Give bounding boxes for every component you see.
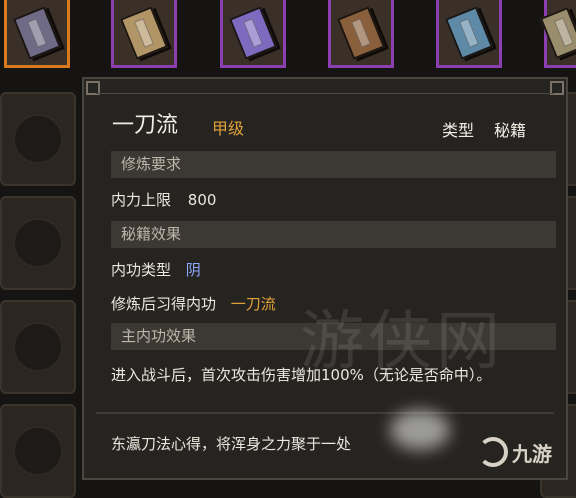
flavor-text: 东瀛刀法心得，将浑身之力聚于一处 [111, 435, 352, 453]
requirement-label: 内力上限 [111, 191, 172, 209]
item-grade: 甲级 [212, 119, 245, 138]
book-bar [0, 0, 576, 76]
slot-socket [13, 322, 63, 372]
internal-type-label: 内功类型 [111, 261, 172, 279]
item-slot[interactable] [0, 92, 76, 186]
book-icon [119, 5, 169, 60]
learn-value: 一刀流 [230, 295, 276, 313]
glare [390, 410, 450, 450]
item-title: 一刀流 [112, 113, 179, 138]
book-icon [336, 5, 386, 60]
internal-type-row: 内功类型 阴 [111, 259, 201, 280]
type-value: 秘籍 [494, 121, 527, 140]
slot-socket [13, 426, 63, 476]
book-slot-3[interactable] [220, 0, 286, 68]
item-slot[interactable] [0, 300, 76, 394]
requirement-value: 800 [187, 191, 217, 209]
learn-row: 修炼后习得内功 一刀流 [111, 293, 276, 314]
internal-type-value: 阴 [185, 261, 201, 279]
section-requirements: 修炼要求 [111, 151, 556, 178]
item-tooltip: 一刀流 甲级 类型 秘籍 修炼要求 内力上限 800 秘籍效果 内功类型 阴 修… [82, 77, 568, 480]
item-slot[interactable] [0, 196, 76, 290]
book-icon [12, 5, 62, 60]
watermark: 游侠网 [300, 305, 504, 379]
slot-socket [13, 114, 63, 164]
requirement-row: 内力上限 800 [111, 189, 216, 210]
book-icon [228, 5, 278, 60]
learn-label: 修炼后习得内功 [111, 295, 217, 313]
book-slot-2[interactable] [111, 0, 177, 68]
item-slot[interactable] [0, 404, 76, 498]
book-slot-4[interactable] [328, 0, 394, 68]
book-slot-5[interactable] [436, 0, 502, 68]
logo-text: 九游 [512, 441, 552, 466]
section-book-effect: 秘籍效果 [111, 221, 556, 248]
slot-socket [13, 218, 63, 268]
book-slot-1[interactable] [4, 0, 70, 68]
logo-icon [478, 437, 508, 467]
frame-line [96, 93, 554, 94]
logo: 九游 [478, 428, 574, 476]
divider [96, 412, 554, 414]
type-label: 类型 [442, 121, 475, 140]
book-icon [539, 6, 576, 59]
book-icon [444, 5, 494, 60]
book-slot-6[interactable] [539, 0, 576, 68]
